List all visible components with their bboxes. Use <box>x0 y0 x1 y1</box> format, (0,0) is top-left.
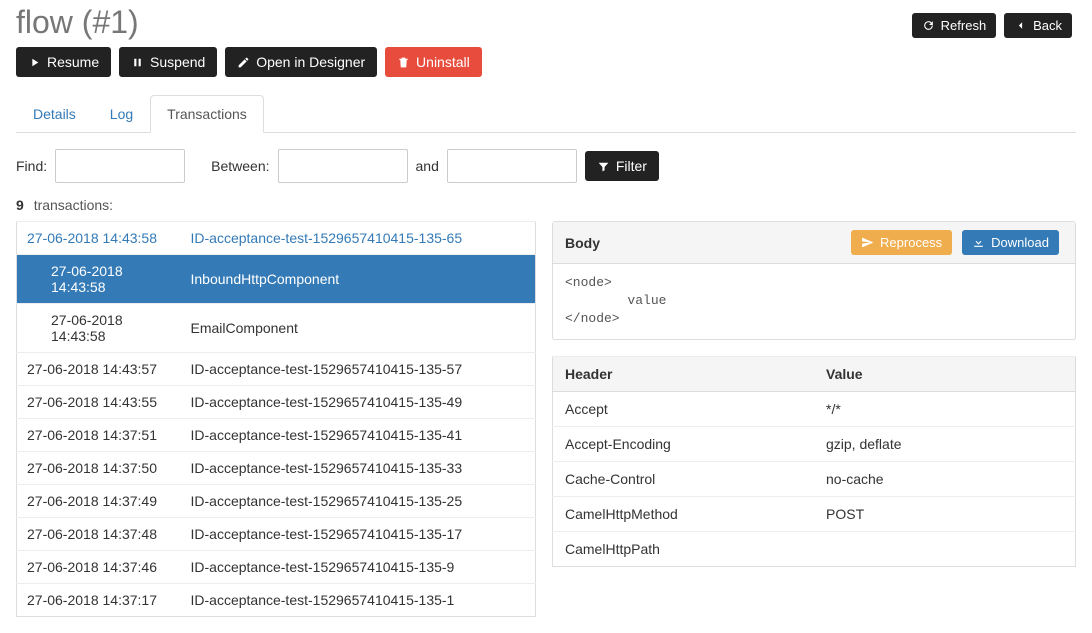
header-value: no-cache <box>814 461 1076 496</box>
back-button[interactable]: Back <box>1004 13 1072 38</box>
find-label: Find: <box>16 158 47 174</box>
body-label: Body <box>565 235 600 251</box>
table-row[interactable]: 27-06-2018 14:37:48ID-acceptance-test-15… <box>17 518 536 551</box>
row-id: EmailComponent <box>187 304 536 353</box>
page-title: flow (#1) <box>16 4 139 41</box>
row-id: ID-acceptance-test-1529657410415-135-49 <box>187 386 536 419</box>
row-time: 27-06-2018 14:43:58 <box>17 304 187 353</box>
row-time: 27-06-2018 14:37:17 <box>17 584 187 617</box>
table-row: CamelHttpPath <box>553 531 1076 566</box>
value-col-label: Value <box>814 356 1076 391</box>
filter-button-label: Filter <box>616 158 647 174</box>
count-label: transactions: <box>34 197 113 213</box>
refresh-icon <box>922 19 935 32</box>
refresh-label: Refresh <box>941 18 987 33</box>
tabs: Details Log Transactions <box>16 95 1076 133</box>
open-designer-button[interactable]: Open in Designer <box>225 47 377 77</box>
body-panel: Body Reprocess Download <node> value </n… <box>552 221 1076 340</box>
date-to-input[interactable] <box>447 149 577 183</box>
transaction-table: 27-06-2018 14:43:58ID-acceptance-test-15… <box>16 221 536 617</box>
row-time: 27-06-2018 14:43:58 <box>17 222 187 255</box>
header-value <box>814 531 1076 566</box>
table-row[interactable]: 27-06-2018 14:43:55ID-acceptance-test-15… <box>17 386 536 419</box>
row-time: 27-06-2018 14:43:57 <box>17 353 187 386</box>
row-id: ID-acceptance-test-1529657410415-135-17 <box>187 518 536 551</box>
table-row[interactable]: 27-06-2018 14:37:50ID-acceptance-test-15… <box>17 452 536 485</box>
suspend-button[interactable]: Suspend <box>119 47 217 77</box>
header-name: Accept-Encoding <box>553 426 815 461</box>
action-toolbar: Resume Suspend Open in Designer Uninstal… <box>16 47 1076 77</box>
uninstall-label: Uninstall <box>416 54 470 70</box>
open-designer-label: Open in Designer <box>256 54 365 70</box>
tab-log[interactable]: Log <box>93 95 150 133</box>
row-time: 27-06-2018 14:43:55 <box>17 386 187 419</box>
back-label: Back <box>1033 18 1062 33</box>
table-row[interactable]: 27-06-2018 14:37:51ID-acceptance-test-15… <box>17 419 536 452</box>
row-id: ID-acceptance-test-1529657410415-135-25 <box>187 485 536 518</box>
resume-label: Resume <box>47 54 99 70</box>
row-id: InboundHttpComponent <box>187 255 536 304</box>
header-name: Accept <box>553 391 815 426</box>
play-icon <box>28 56 41 69</box>
send-icon <box>861 236 874 249</box>
table-row[interactable]: 27-06-2018 14:37:46ID-acceptance-test-15… <box>17 551 536 584</box>
table-row: Accept-Encodinggzip, deflate <box>553 426 1076 461</box>
table-row[interactable]: 27-06-2018 14:37:17ID-acceptance-test-15… <box>17 584 536 617</box>
chevron-left-icon <box>1014 19 1027 32</box>
refresh-button[interactable]: Refresh <box>912 13 997 38</box>
table-row[interactable]: 27-06-2018 14:43:58EmailComponent <box>17 304 536 353</box>
tab-transactions[interactable]: Transactions <box>150 95 264 133</box>
table-row[interactable]: 27-06-2018 14:43:57ID-acceptance-test-15… <box>17 353 536 386</box>
and-label: and <box>416 158 439 174</box>
filter-icon <box>597 160 610 173</box>
table-row: CamelHttpMethodPOST <box>553 496 1076 531</box>
row-id: ID-acceptance-test-1529657410415-135-1 <box>187 584 536 617</box>
date-from-input[interactable] <box>278 149 408 183</box>
body-content: <node> value </node> <box>553 264 1075 339</box>
header-name: Cache-Control <box>553 461 815 496</box>
reprocess-label: Reprocess <box>880 235 942 250</box>
table-row[interactable]: 27-06-2018 14:43:58ID-acceptance-test-15… <box>17 222 536 255</box>
uninstall-button[interactable]: Uninstall <box>385 47 482 77</box>
row-time: 27-06-2018 14:37:48 <box>17 518 187 551</box>
find-input[interactable] <box>55 149 185 183</box>
table-row[interactable]: 27-06-2018 14:43:58InboundHttpComponent <box>17 255 536 304</box>
edit-icon <box>237 56 250 69</box>
count-value: 9 <box>16 197 24 213</box>
header-value-table: Header Value Accept*/*Accept-Encodinggzi… <box>552 356 1076 567</box>
row-time: 27-06-2018 14:37:50 <box>17 452 187 485</box>
transaction-count: 9 transactions: <box>16 197 1076 213</box>
row-id: ID-acceptance-test-1529657410415-135-65 <box>187 222 536 255</box>
trash-icon <box>397 56 410 69</box>
row-time: 27-06-2018 14:37:46 <box>17 551 187 584</box>
table-row[interactable]: 27-06-2018 14:37:49ID-acceptance-test-15… <box>17 485 536 518</box>
row-time: 27-06-2018 14:43:58 <box>17 255 187 304</box>
row-time: 27-06-2018 14:37:49 <box>17 485 187 518</box>
tab-details[interactable]: Details <box>16 95 93 133</box>
download-icon <box>972 236 985 249</box>
reprocess-button[interactable]: Reprocess <box>851 230 952 255</box>
filter-button[interactable]: Filter <box>585 151 659 181</box>
header-value: */* <box>814 391 1076 426</box>
header-value: POST <box>814 496 1076 531</box>
row-id: ID-acceptance-test-1529657410415-135-9 <box>187 551 536 584</box>
table-row: Accept*/* <box>553 391 1076 426</box>
pause-icon <box>131 56 144 69</box>
header-name: CamelHttpMethod <box>553 496 815 531</box>
between-label: Between: <box>211 158 269 174</box>
row-time: 27-06-2018 14:37:51 <box>17 419 187 452</box>
header-value: gzip, deflate <box>814 426 1076 461</box>
row-id: ID-acceptance-test-1529657410415-135-33 <box>187 452 536 485</box>
table-row: Cache-Controlno-cache <box>553 461 1076 496</box>
suspend-label: Suspend <box>150 54 205 70</box>
resume-button[interactable]: Resume <box>16 47 111 77</box>
download-button[interactable]: Download <box>962 230 1059 255</box>
row-id: ID-acceptance-test-1529657410415-135-57 <box>187 353 536 386</box>
row-id: ID-acceptance-test-1529657410415-135-41 <box>187 419 536 452</box>
download-label: Download <box>991 235 1049 250</box>
filter-bar: Find: Between: and Filter <box>16 149 1076 183</box>
header-name: CamelHttpPath <box>553 531 815 566</box>
header-col-label: Header <box>553 356 815 391</box>
top-right-actions: Refresh Back <box>912 13 1076 38</box>
